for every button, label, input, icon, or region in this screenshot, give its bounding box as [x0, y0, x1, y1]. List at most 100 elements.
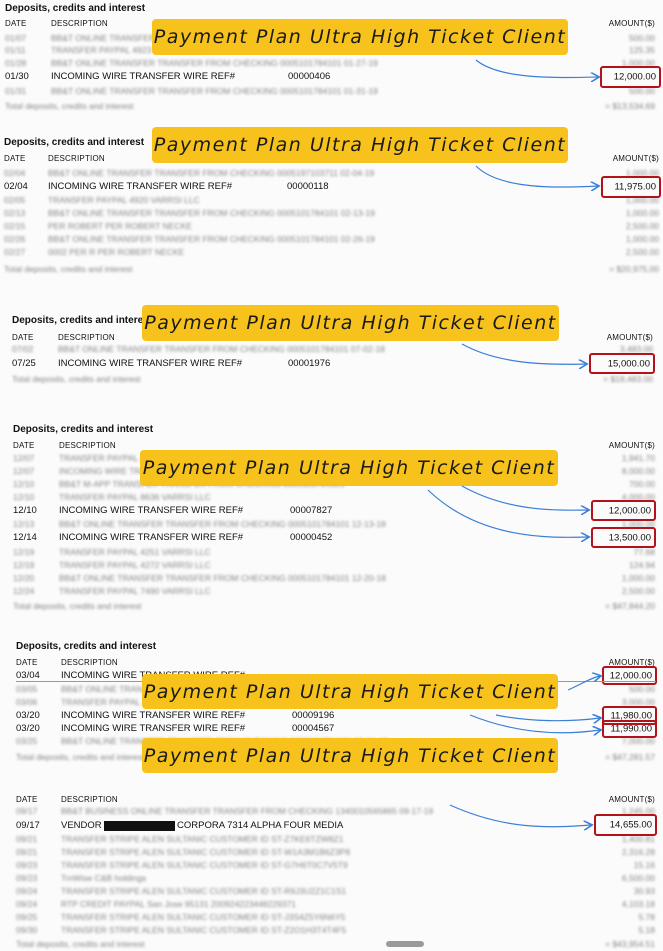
cell: TRANSFER PAYPAL 4920 VARRSI LLC — [48, 195, 200, 205]
cell: INCOMING WIRE TRANSFER WIRE REF# — [51, 71, 236, 82]
section-title: Deposits, credits and interest — [5, 3, 146, 14]
cell: 12/20 — [13, 573, 35, 583]
cell: BB&T ONLINE TRANSFER TRANSFER FROM CHECK… — [48, 234, 375, 244]
cell: 1,000.00 — [625, 195, 659, 205]
cell: BB&T ONLINE TRANSFER TRANSFER FROM CHECK… — [51, 86, 378, 96]
cell: 700.00 — [629, 479, 655, 489]
cell: 12/07 — [13, 453, 35, 463]
cell: 00009196 — [292, 710, 335, 721]
cell: 1,000.00 — [621, 573, 655, 583]
cell: 12/14 — [13, 532, 37, 543]
highlighted-amount: 12,000.00 — [602, 666, 657, 685]
cell: 12/10 — [13, 492, 35, 502]
cell: 15.16 — [633, 860, 655, 870]
total-row: Total deposits, credits and interest = $4… — [0, 939, 663, 950]
table-row: 02/04 BB&T ONLINE TRANSFER TRANSFER FROM … — [0, 168, 663, 179]
cell: BB&T BUSINESS ONLINE TRANSFER TRANSFER F… — [61, 806, 434, 816]
cell: 02/15 — [4, 221, 26, 231]
col-date: DATE — [16, 795, 38, 804]
cell: TRANSFER STRIPE ALEN SULTANIC CUSTOMER I… — [61, 834, 344, 844]
cell: 02/13 — [4, 208, 26, 218]
cell: BB&T ONLINE TRANSFER TRANSFER FROM CHECK… — [51, 58, 378, 68]
table-row: 09/24 TRANSFER STRIPE ALEN SULTANIC CUSTO… — [0, 886, 663, 897]
cell: 03/25 — [16, 736, 38, 746]
cell: 02/05 — [4, 195, 26, 205]
table-row: 09/17 VENDOR CORPORA 7314 ALPHA FOUR MEDIA — [0, 820, 663, 831]
table-row: 07/25 INCOMING WIRE TRANSFER WIRE REF# 000… — [0, 358, 663, 369]
cell: 1,000.00 — [625, 234, 659, 244]
cell: Total deposits, credits and interest — [16, 939, 145, 949]
cell: 0002 PER R PER ROBERT NECKE — [48, 247, 185, 257]
annotation-banner: Payment Plan Ultra High Ticket Client — [142, 674, 558, 709]
cell: Total deposits, credits and interest — [13, 601, 142, 611]
cell: 01/07 — [5, 33, 27, 43]
table-row: 09/24 RTP CREDIT PAYPAL San Jose 95131 20… — [0, 899, 663, 910]
cell: 500.00 — [629, 86, 655, 96]
cell: CORPORA 7314 ALPHA FOUR MEDIA — [177, 820, 344, 831]
cell: BB&T ONLINE TRANSFER TRANSFER FROM CHECK… — [48, 168, 375, 178]
cell: 03/20 — [16, 723, 40, 734]
cell: 00000452 — [290, 532, 333, 543]
cell: 03/04 — [16, 670, 40, 681]
cell: BB&T ONLINE TRANSFER TRANSFER FROM CHECK… — [59, 573, 386, 583]
total-row: Total deposits, credits and interest = $1… — [0, 101, 663, 112]
cell: 09/24 — [16, 899, 38, 909]
table-row: 01/31 BB&T ONLINE TRANSFER TRANSFER FROM … — [0, 86, 663, 97]
col-description: DESCRIPTION — [61, 795, 118, 804]
cell: 12/10 — [13, 479, 35, 489]
annotation-banner: Payment Plan Ultra High Ticket Client — [142, 305, 559, 341]
cell: PER ROBERT PER ROBERT NECKE — [48, 221, 192, 231]
col-amount: AMOUNT($) — [608, 19, 655, 28]
table-row: 03/20 INCOMING WIRE TRANSFER WIRE REF# 000… — [0, 723, 663, 734]
cell: TRANSFER PAYPAL 8636 VARRSI LLC — [59, 492, 211, 502]
table-row: 12/10 TRANSFER PAYPAL 8636 VARRSI LLC 4,00… — [0, 492, 663, 503]
table-row: 02/26 BB&T ONLINE TRANSFER TRANSFER FROM … — [0, 234, 663, 245]
table-row: 02/05 TRANSFER PAYPAL 4920 VARRSI LLC 1,00… — [0, 195, 663, 206]
table-row: 01/28 BB&T ONLINE TRANSFER TRANSFER FROM … — [0, 58, 663, 69]
table-row: 09/25 TRANSFER STRIPE ALEN SULTANIC CUSTO… — [0, 912, 663, 923]
cell: 12/10 — [13, 505, 37, 516]
cell: 12/24 — [13, 586, 35, 596]
cell: = $20,975.00 — [609, 264, 659, 274]
table-row: 12/24 TRANSFER PAYPAL 7490 VARRSI LLC 2,50… — [0, 586, 663, 597]
cell: 30.93 — [633, 886, 655, 896]
cell: INCOMING WIRE TRANSFER WIRE REF# — [61, 710, 246, 721]
cell: INCOMING WIRE TRANSFER WIRE REF# — [58, 358, 243, 369]
cell: 1,400.81 — [621, 834, 655, 844]
table-row: 12/20 BB&T ONLINE TRANSFER TRANSFER FROM … — [0, 573, 663, 584]
cell: TRANSFER PAYPAL 4251 VARRSI LLC — [59, 547, 211, 557]
cell: = $18,483.00 — [603, 374, 653, 384]
cell: 12/07 — [13, 466, 35, 476]
cell: 8,000.00 — [621, 466, 655, 476]
table-row: 07/02 BB&T ONLINE TRANSFER TRANSFER FROM … — [0, 344, 663, 355]
table-row: 02/13 BB&T ONLINE TRANSFER TRANSFER FROM … — [0, 208, 663, 219]
cell: 09/23 — [16, 860, 38, 870]
cell: TRANSFER STRIPE ALEN SULTANIC CUSTOMER I… — [61, 860, 348, 870]
table-row: 01/30 INCOMING WIRE TRANSFER WIRE REF# 000… — [0, 71, 663, 82]
cell: 2,500.00 — [625, 221, 659, 231]
cell: TRANSFER STRIPE ALEN SULTANIC CUSTOMER I… — [61, 912, 346, 922]
table-row: 12/14 INCOMING WIRE TRANSFER WIRE REF# 000… — [0, 532, 663, 543]
cell: Total deposits, credits and interest — [12, 374, 141, 384]
cell: 03/06 — [16, 697, 38, 707]
table-row: 09/30 TRANSFER STRIPE ALEN SULTANIC CUSTO… — [0, 925, 663, 936]
cell: 09/17 — [16, 806, 38, 816]
scroll-handle[interactable] — [386, 941, 424, 947]
cell: = $47,844.20 — [605, 601, 655, 611]
cell: 00000118 — [287, 181, 329, 192]
cell: 12/13 — [13, 519, 35, 529]
cell: 12/19 — [13, 560, 35, 570]
redaction-bar — [104, 821, 175, 831]
highlighted-amount: 12,000.00 — [591, 500, 656, 521]
cell: 07/25 — [12, 358, 36, 369]
table-row: 12/13 BB&T ONLINE TRANSFER TRANSFER FROM … — [0, 519, 663, 530]
cell: 6,500.00 — [621, 873, 655, 883]
col-description: DESCRIPTION — [59, 441, 116, 450]
col-date: DATE — [12, 333, 34, 342]
table-row: 02/04 INCOMING WIRE TRANSFER WIRE REF# 000… — [0, 181, 663, 192]
table-row: 09/23 TrnWise C&B holdings 6,500.00 — [0, 873, 663, 884]
cell: TRANSFER STRIPE ALEN SULTANIC CUSTOMER I… — [61, 847, 351, 857]
cell: 09/23 — [16, 873, 38, 883]
col-amount: AMOUNT($) — [608, 441, 655, 450]
cell: INCOMING WIRE TRANSFER WIRE REF# — [59, 532, 244, 543]
